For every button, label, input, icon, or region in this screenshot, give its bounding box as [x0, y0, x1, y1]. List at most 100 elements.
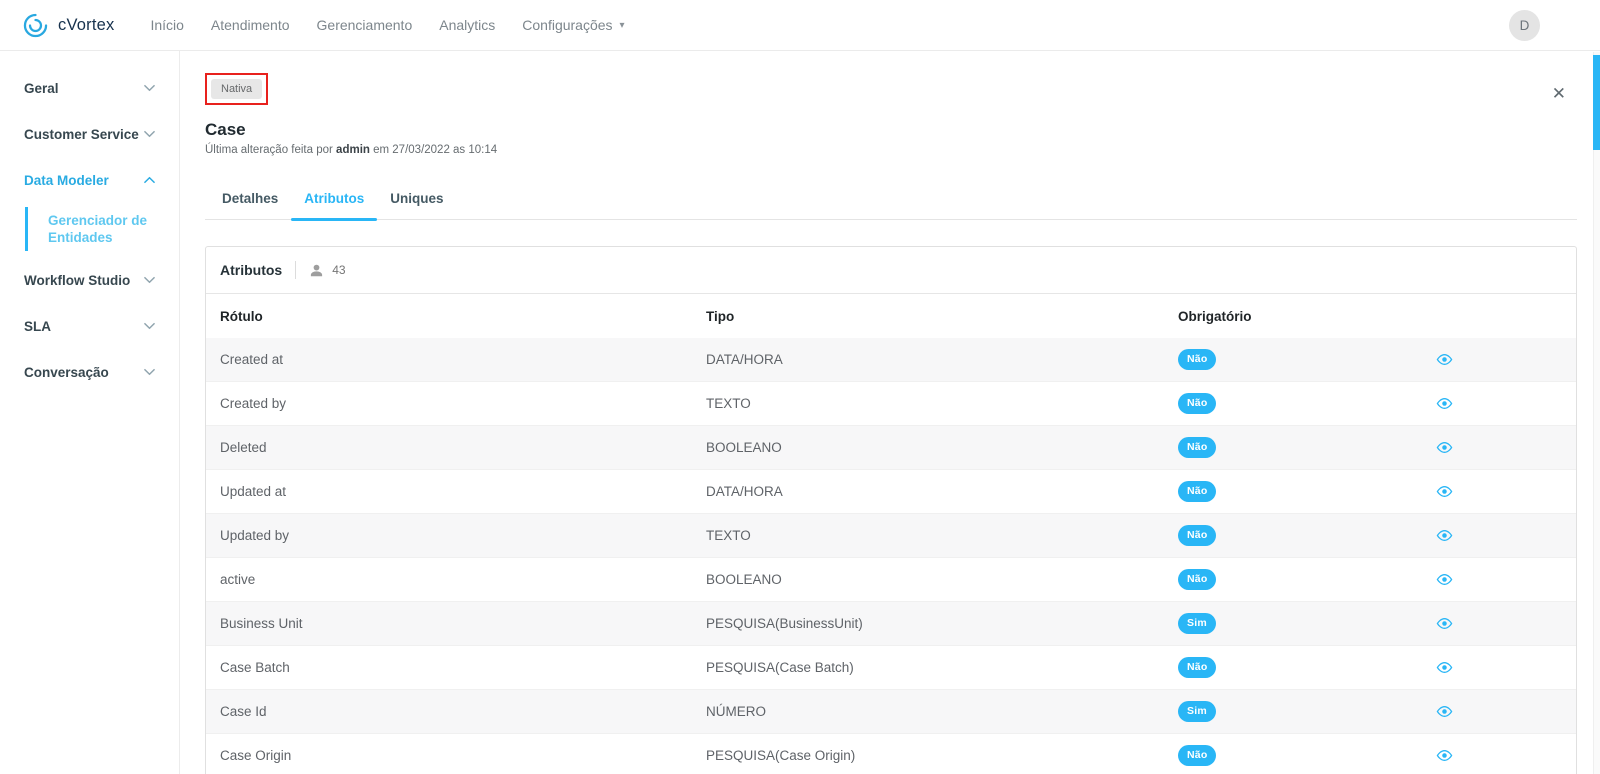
- chevron-up-icon: [144, 176, 155, 184]
- user-avatar[interactable]: D: [1509, 10, 1540, 41]
- nav-item-início[interactable]: Início: [150, 17, 183, 33]
- sidebar-item-geral[interactable]: Geral: [0, 65, 179, 111]
- table-row[interactable]: Case Id NÚMERO Sim: [206, 690, 1576, 734]
- attribute-count: 43: [332, 263, 345, 277]
- eye-icon: [1436, 661, 1453, 674]
- caret-down-icon: ▾: [620, 20, 625, 31]
- sidebar-item-label: Customer Service: [24, 127, 139, 142]
- sidebar-subitem-group: Gerenciador de Entidades: [25, 207, 179, 251]
- view-attribute-button[interactable]: [1436, 573, 1453, 586]
- attributes-card: Atributos 43 Rótulo Tipo Obrigatório Cre…: [205, 246, 1577, 774]
- row-label: Updated by: [206, 528, 692, 543]
- nav-item-label: Gerenciamento: [317, 17, 413, 33]
- tab-detalhes[interactable]: Detalhes: [209, 181, 291, 219]
- row-type: BOOLEANO: [692, 572, 1164, 587]
- nav-menu: Início Atendimento Gerenciamento Analyti…: [150, 17, 624, 33]
- table-row[interactable]: Updated at DATA/HORA Não: [206, 470, 1576, 514]
- view-attribute-button[interactable]: [1436, 397, 1453, 410]
- brand-name: cVortex: [58, 16, 114, 35]
- tab-bar: DetalhesAtributosUniques: [205, 181, 1577, 220]
- tab-atributos[interactable]: Atributos: [291, 181, 377, 219]
- nav-item-label: Início: [150, 17, 183, 33]
- table-row[interactable]: active BOOLEANO Não: [206, 558, 1576, 602]
- view-attribute-button[interactable]: [1436, 617, 1453, 630]
- row-label: Business Unit: [206, 616, 692, 631]
- view-attribute-button[interactable]: [1436, 705, 1453, 718]
- row-type: TEXTO: [692, 396, 1164, 411]
- eye-icon: [1436, 617, 1453, 630]
- sidebar-item-label: Geral: [24, 81, 59, 96]
- eye-icon: [1436, 529, 1453, 542]
- view-attribute-button[interactable]: [1436, 749, 1453, 762]
- row-label: Created at: [206, 352, 692, 367]
- required-badge: Não: [1178, 481, 1216, 502]
- eye-icon: [1436, 397, 1453, 410]
- table-row[interactable]: Case Batch PESQUISA(Case Batch) Não: [206, 646, 1576, 690]
- table-row[interactable]: Created at DATA/HORA Não: [206, 338, 1576, 382]
- chevron-down-icon: [144, 130, 155, 138]
- column-header-obrigatorio: Obrigatório: [1164, 309, 1392, 324]
- view-attribute-button[interactable]: [1436, 353, 1453, 366]
- sidebar-item-data-modeler[interactable]: Data Modeler: [0, 157, 179, 203]
- required-badge: Não: [1178, 393, 1216, 414]
- chevron-down-icon: [144, 276, 155, 284]
- row-type: TEXTO: [692, 528, 1164, 543]
- required-badge: Não: [1178, 657, 1216, 678]
- close-icon[interactable]: ✕: [1552, 85, 1566, 102]
- card-title: Atributos: [220, 262, 282, 278]
- brand[interactable]: cVortex: [22, 12, 114, 39]
- table-header-row: Rótulo Tipo Obrigatório: [206, 294, 1576, 338]
- required-badge: Não: [1178, 525, 1216, 546]
- row-label: Created by: [206, 396, 692, 411]
- table-row[interactable]: Case Origin PESQUISA(Case Origin) Não: [206, 734, 1576, 774]
- row-type: BOOLEANO: [692, 440, 1164, 455]
- row-type: DATA/HORA: [692, 352, 1164, 367]
- row-label: Case Origin: [206, 748, 692, 763]
- row-label: active: [206, 572, 692, 587]
- sidebar-item-label: Data Modeler: [24, 173, 109, 188]
- last-modified-user: admin: [336, 144, 370, 156]
- row-label: Case Id: [206, 704, 692, 719]
- table-row[interactable]: Updated by TEXTO Não: [206, 514, 1576, 558]
- annotation-highlight-box: Nativa: [205, 73, 268, 105]
- eye-icon: [1436, 353, 1453, 366]
- sidebar-item-customer-service[interactable]: Customer Service: [0, 111, 179, 157]
- nav-item-gerenciamento[interactable]: Gerenciamento: [317, 17, 413, 33]
- eye-icon: [1436, 705, 1453, 718]
- view-attribute-button[interactable]: [1436, 661, 1453, 674]
- nav-item-atendimento[interactable]: Atendimento: [211, 17, 290, 33]
- row-label: Deleted: [206, 440, 692, 455]
- sidebar-item-workflow-studio[interactable]: Workflow Studio: [0, 257, 179, 303]
- nav-item-configurações[interactable]: Configurações ▾: [522, 17, 624, 33]
- tab-uniques[interactable]: Uniques: [377, 181, 456, 219]
- eye-icon: [1436, 573, 1453, 586]
- chevron-down-icon: [144, 322, 155, 330]
- sidebar-subitem[interactable]: Gerenciador de Entidades: [48, 212, 171, 246]
- required-badge: Não: [1178, 745, 1216, 766]
- nav-item-label: Atendimento: [211, 17, 290, 33]
- view-attribute-button[interactable]: [1436, 441, 1453, 454]
- eye-icon: [1436, 749, 1453, 762]
- chevron-down-icon: [144, 84, 155, 92]
- table-row[interactable]: Business Unit PESQUISA(BusinessUnit) Sim: [206, 602, 1576, 646]
- nav-item-label: Configurações: [522, 17, 612, 33]
- table-row[interactable]: Created by TEXTO Não: [206, 382, 1576, 426]
- required-badge: Sim: [1178, 701, 1216, 722]
- eye-icon: [1436, 441, 1453, 454]
- last-modified-text: Última alteração feita por admin em 27/0…: [205, 144, 1577, 156]
- table-row[interactable]: Deleted BOOLEANO Não: [206, 426, 1576, 470]
- row-type: DATA/HORA: [692, 484, 1164, 499]
- sidebar-item-sla[interactable]: SLA: [0, 303, 179, 349]
- divider: [295, 261, 296, 279]
- view-attribute-button[interactable]: [1436, 529, 1453, 542]
- required-badge: Sim: [1178, 613, 1216, 634]
- view-attribute-button[interactable]: [1436, 485, 1453, 498]
- required-badge: Não: [1178, 569, 1216, 590]
- page-title: Case: [205, 120, 1577, 140]
- sidebar-item-conversação[interactable]: Conversação: [0, 349, 179, 395]
- scrollbar-thumb[interactable]: [1593, 55, 1600, 150]
- page-scrollbar[interactable]: [1593, 52, 1600, 774]
- nav-item-analytics[interactable]: Analytics: [439, 17, 495, 33]
- top-navbar: cVortex Início Atendimento Gerenciamento…: [0, 0, 1600, 51]
- cvortex-logo-icon: [22, 12, 49, 39]
